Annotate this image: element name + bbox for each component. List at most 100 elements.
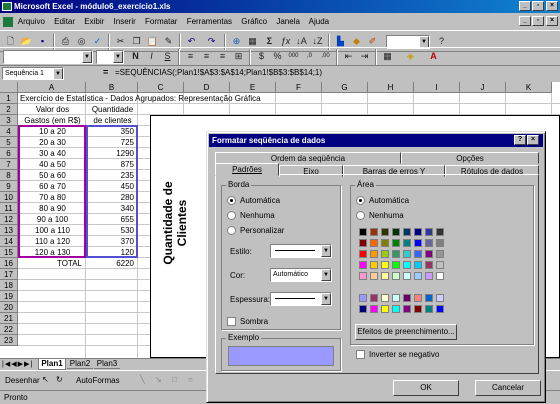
color-swatch[interactable] [403,261,411,269]
menu-grafico[interactable]: Gráfico [241,17,267,26]
row-header[interactable]: 3 [0,115,18,126]
column-header[interactable]: D [184,82,230,93]
doc-restore-icon[interactable]: ▫ [532,16,544,26]
autoshapes-button[interactable]: AutoFormas [76,376,120,385]
increase-indent-icon[interactable]: ⇥ [357,49,372,64]
area-auto-radio[interactable] [356,196,365,205]
rotate-icon[interactable]: ↻ [56,375,63,384]
font-size-select[interactable]: ▼ [96,50,124,64]
tab-plan1[interactable]: Plan1 [38,359,66,370]
percent-icon[interactable]: % [270,49,285,64]
column-header[interactable]: B [86,82,138,93]
tab-plan3[interactable]: Plan3 [94,359,120,369]
row-header[interactable]: 23 [0,335,18,346]
color-swatch[interactable] [436,261,444,269]
row-header[interactable]: 5 [0,137,18,148]
help-icon[interactable]: ? [514,135,526,145]
border-custom-radio[interactable] [227,226,236,235]
sheet-title-cell[interactable]: Exercício de Estatística - Dados Agrupad… [20,93,420,104]
border-none-radio[interactable] [227,211,236,220]
color-swatch[interactable] [403,239,411,247]
color-swatch[interactable] [381,228,389,236]
color-swatch[interactable] [370,228,378,236]
color-swatch[interactable] [359,294,367,302]
color-swatch[interactable] [414,305,422,313]
color-swatch[interactable] [381,250,389,258]
menu-arquivo[interactable]: Arquivo [18,17,45,26]
color-swatch[interactable] [359,250,367,258]
select-objects-icon[interactable]: ↖ [42,375,49,384]
invert-negative-checkbox[interactable] [356,350,365,359]
row-header[interactable]: 17 [0,269,18,280]
increase-decimal-icon[interactable]: ,0 [302,49,317,64]
color-swatch[interactable] [359,228,367,236]
row-header[interactable]: 13 [0,225,18,236]
column-header[interactable]: J [460,82,506,93]
color-swatch[interactable] [436,228,444,236]
arrow-icon[interactable]: ↘ [155,375,162,384]
formula-content[interactable]: =SEQUÊNCIAS(;Plan1!$A$3:$A$14;Plan1!$B$3… [115,68,322,77]
column-header[interactable]: A [18,82,86,93]
color-swatch[interactable] [403,305,411,313]
color-swatch[interactable] [414,250,422,258]
color-swatch[interactable] [425,272,433,280]
color-swatch[interactable] [370,272,378,280]
row-header[interactable]: 1 [0,93,18,104]
border-weight-select[interactable]: ▼ [270,292,332,306]
color-swatch[interactable] [425,239,433,247]
color-swatch[interactable] [370,294,378,302]
merge-center-icon[interactable]: ⊞ [231,49,246,64]
menu-inserir[interactable]: Inserir [114,17,136,26]
color-swatch[interactable] [370,239,378,247]
color-swatch[interactable] [392,239,400,247]
color-swatch[interactable] [392,294,400,302]
dialog-close-icon[interactable]: × [527,135,539,145]
color-swatch[interactable] [359,272,367,280]
menu-exibir[interactable]: Exibir [84,17,104,26]
minimize-icon[interactable]: _ [519,1,531,11]
header-cell[interactable]: Valor dos [20,104,85,115]
align-right-icon[interactable]: ≡ [215,49,230,64]
color-swatch[interactable] [414,228,422,236]
menu-editar[interactable]: Editar [54,17,75,26]
color-swatch[interactable] [392,228,400,236]
total-value-cell[interactable]: 6220 [88,258,137,269]
select-all-corner[interactable] [0,82,18,93]
color-swatch[interactable] [359,261,367,269]
row-header[interactable]: 11 [0,203,18,214]
color-swatch[interactable] [414,294,422,302]
color-swatch[interactable] [425,261,433,269]
color-swatch[interactable] [436,272,444,280]
align-left-icon[interactable]: ≡ [183,49,198,64]
border-style-select[interactable]: ▼ [270,244,332,258]
row-header[interactable]: 12 [0,214,18,225]
doc-close-icon[interactable]: × [546,16,558,26]
color-swatch[interactable] [392,305,400,313]
draw-menu-button[interactable]: Desenhar [5,376,40,385]
color-swatch[interactable] [403,250,411,258]
color-swatch[interactable] [425,250,433,258]
tab-scroll-icon[interactable]: |◀◀▶▶| [2,360,33,368]
color-swatch[interactable] [425,305,433,313]
border-color-select[interactable]: Automático ▼ [270,268,332,282]
tab-patterns[interactable]: Padrões [215,163,279,176]
color-swatch[interactable] [381,305,389,313]
color-swatch[interactable] [392,261,400,269]
menu-formatar[interactable]: Formatar [145,17,177,26]
tab-options[interactable]: Opções [401,152,539,164]
color-swatch[interactable] [403,294,411,302]
decrease-indent-icon[interactable]: ⇤ [341,49,356,64]
menu-ferramentas[interactable]: Ferramentas [187,17,232,26]
column-header[interactable]: H [368,82,414,93]
color-swatch[interactable] [436,239,444,247]
row-header[interactable]: 14 [0,236,18,247]
underline-icon[interactable]: S [160,49,175,64]
currency-icon[interactable]: $ [254,49,269,64]
shadow-checkbox[interactable] [227,317,236,326]
row-header[interactable]: 15 [0,247,18,258]
color-swatch[interactable] [403,272,411,280]
maximize-icon[interactable]: ▫ [532,1,544,11]
color-swatch[interactable] [359,239,367,247]
column-header[interactable]: K [506,82,552,93]
row-header[interactable]: 21 [0,313,18,324]
